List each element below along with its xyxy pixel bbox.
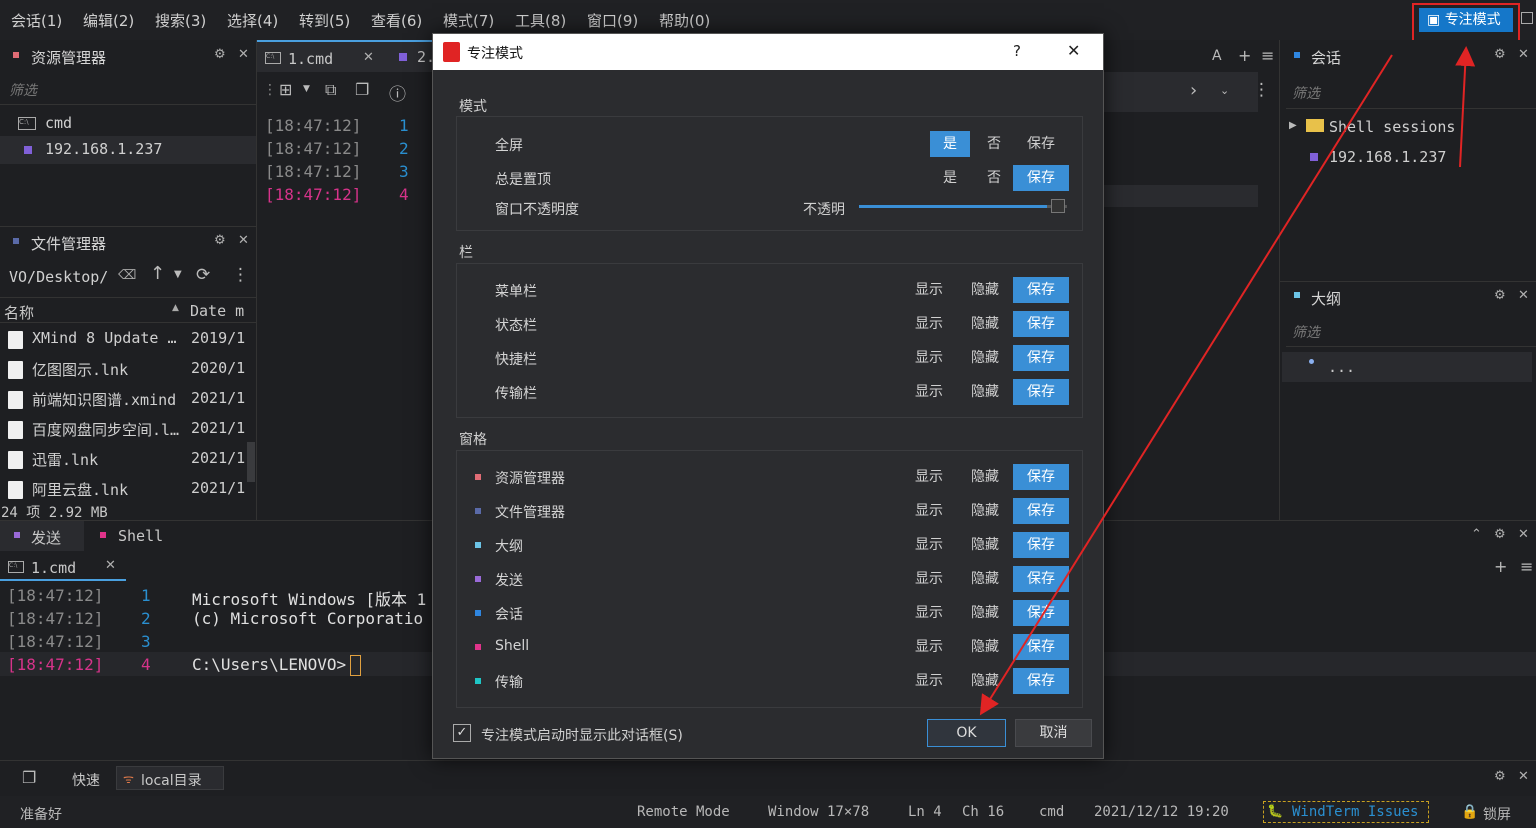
annotation-arrows xyxy=(979,46,1476,716)
arrow-to-ok-button xyxy=(979,54,1393,716)
arrow-to-focus-button xyxy=(1455,46,1476,168)
